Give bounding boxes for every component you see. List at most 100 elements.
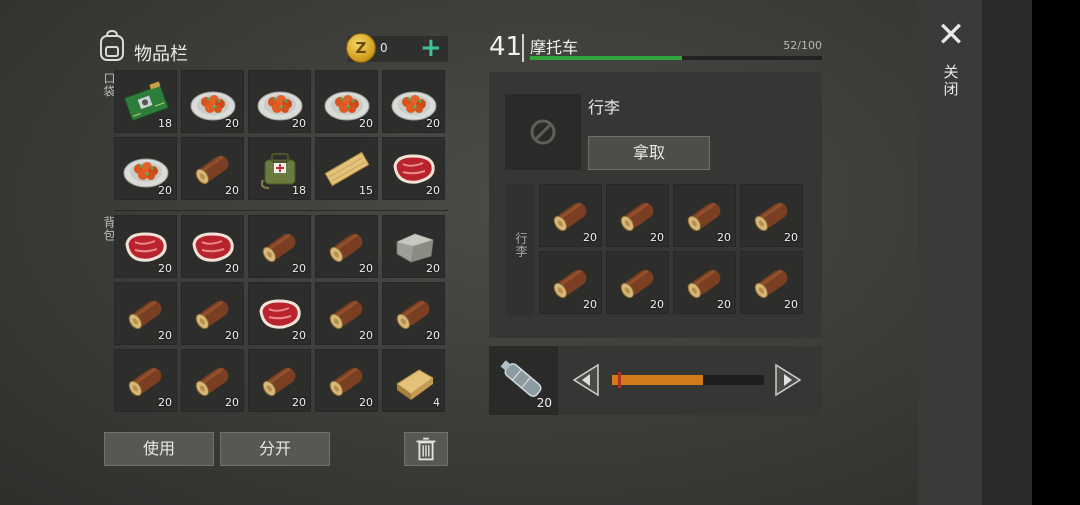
close-icon: ✕ xyxy=(936,15,966,55)
backpack-icon xyxy=(100,30,124,61)
luggage-slot[interactable] xyxy=(505,94,581,170)
item-count: 20 xyxy=(292,329,306,342)
item-count: 20 xyxy=(225,396,239,409)
pocket-grid: 18 20 20 20 20 20 20 18 15 20 xyxy=(114,70,445,200)
inventory-slot[interactable]: 20 xyxy=(181,215,244,278)
item-count: 20 xyxy=(292,117,306,130)
inventory-slot[interactable]: 20 xyxy=(740,251,803,314)
inventory-slot[interactable]: 20 xyxy=(181,137,244,200)
item-count: 20 xyxy=(359,396,373,409)
item-count: 20 xyxy=(426,262,440,275)
inventory-slot[interactable]: 20 xyxy=(673,184,736,247)
inventory-slot[interactable]: 20 xyxy=(114,282,177,345)
item-count: 20 xyxy=(292,262,306,275)
backpack-grid: 20 20 20 20 20 20 20 20 20 20 20 20 20 20 4 xyxy=(114,215,445,412)
inventory-slot[interactable]: 20 xyxy=(114,137,177,200)
fuel-slider-fill xyxy=(612,375,704,385)
luggage-grid: 20 20 20 20 20 20 20 20 xyxy=(539,184,803,314)
inventory-slot[interactable]: 20 xyxy=(181,70,244,133)
item-count: 4 xyxy=(433,396,440,409)
inventory-slot[interactable]: 20 xyxy=(315,349,378,412)
item-count: 20 xyxy=(717,298,731,311)
inventory-slot[interactable]: 20 xyxy=(740,184,803,247)
item-count: 20 xyxy=(359,262,373,275)
inventory-slot[interactable]: 20 xyxy=(248,282,311,345)
trash-button[interactable] xyxy=(404,432,448,466)
item-count: 20 xyxy=(225,262,239,275)
blocked-icon xyxy=(530,119,556,145)
inventory-slot[interactable]: 20 xyxy=(248,349,311,412)
vehicle-header: 41 摩托车 52/100 xyxy=(489,30,822,64)
item-count: 20 xyxy=(717,231,731,244)
item-count: 20 xyxy=(426,329,440,342)
vehicle-durability: 52/100 xyxy=(783,39,822,52)
arrow-left-icon xyxy=(572,363,599,397)
edge-strip xyxy=(982,0,1032,505)
arrow-right-icon xyxy=(775,363,802,397)
inventory-slot[interactable]: 20 xyxy=(382,137,445,200)
inventory-slot[interactable]: 20 xyxy=(315,282,378,345)
take-button[interactable]: 拿取 xyxy=(588,136,710,170)
item-count: 20 xyxy=(225,184,239,197)
luggage-side-tab: 行李 xyxy=(506,184,534,316)
inventory-slot[interactable]: 20 xyxy=(606,184,669,247)
item-count: 20 xyxy=(583,231,597,244)
inventory-title: 物品栏 xyxy=(134,44,188,65)
luggage-title: 行李 xyxy=(588,98,621,117)
item-count: 20 xyxy=(292,396,306,409)
plank-block-icon xyxy=(396,369,434,400)
inventory-slot[interactable]: 18 xyxy=(248,137,311,200)
vehicle-name: 摩托车 xyxy=(530,38,579,57)
fuel-slider[interactable] xyxy=(612,372,764,388)
inventory-slot[interactable]: 4 xyxy=(382,349,445,412)
split-button[interactable]: 分开 xyxy=(220,432,330,466)
inventory-slot[interactable]: 20 xyxy=(248,70,311,133)
inventory-slot[interactable]: 20 xyxy=(382,215,445,278)
inventory-slot[interactable]: 20 xyxy=(181,282,244,345)
inventory-slot[interactable]: 20 xyxy=(315,215,378,278)
fuel-slider-marker[interactable] xyxy=(618,372,622,388)
inventory-slot[interactable]: 20 xyxy=(539,251,602,314)
item-count: 20 xyxy=(359,117,373,130)
item-count: 20 xyxy=(650,231,664,244)
inventory-slot[interactable]: 20 xyxy=(673,251,736,314)
close-button[interactable]: ✕ 关闭 xyxy=(936,15,966,100)
inventory-slot[interactable]: 20 xyxy=(248,215,311,278)
vehicle-storage-panel: 行李 拿取 行李 20 20 20 20 20 20 20 20 xyxy=(489,72,822,338)
fuel-panel: 20 xyxy=(489,346,822,415)
inventory-slot[interactable]: 20 xyxy=(539,184,602,247)
item-count: 18 xyxy=(158,117,172,130)
inventory-slot[interactable]: 20 xyxy=(315,70,378,133)
item-count: 20 xyxy=(158,184,172,197)
item-count: 20 xyxy=(583,298,597,311)
item-count: 18 xyxy=(292,184,306,197)
inventory-slot[interactable]: 20 xyxy=(382,282,445,345)
item-count: 20 xyxy=(225,117,239,130)
fuel-item-slot[interactable]: 20 xyxy=(489,346,558,415)
use-button[interactable]: 使用 xyxy=(104,432,214,466)
inventory-slot[interactable]: 20 xyxy=(114,215,177,278)
add-coins-button[interactable]: + xyxy=(420,34,442,62)
section-divider xyxy=(114,210,448,211)
inventory-slot[interactable]: 15 xyxy=(315,137,378,200)
vehicle-level: 41 xyxy=(489,32,523,62)
fuel-increase-button[interactable] xyxy=(772,363,804,397)
item-count: 20 xyxy=(359,329,373,342)
inventory-slot[interactable]: 20 xyxy=(114,349,177,412)
inventory-slot[interactable]: 18 xyxy=(114,70,177,133)
inventory-slot[interactable]: 20 xyxy=(606,251,669,314)
coin-value: 0 xyxy=(380,41,388,55)
inventory-header: 物品栏 Z 0 + xyxy=(98,30,448,66)
item-count: 20 xyxy=(158,329,172,342)
item-count: 15 xyxy=(359,184,373,197)
fuel-item-count: 20 xyxy=(536,396,552,410)
fuel-decrease-button[interactable] xyxy=(570,363,602,397)
durability-bar xyxy=(530,56,822,60)
close-label: 关闭 xyxy=(941,64,960,98)
coin-icon: Z xyxy=(346,33,376,63)
item-count: 20 xyxy=(784,231,798,244)
inventory-slot[interactable]: 20 xyxy=(382,70,445,133)
vehicle-separator xyxy=(522,34,524,62)
inventory-slot[interactable]: 20 xyxy=(181,349,244,412)
item-count: 20 xyxy=(158,262,172,275)
